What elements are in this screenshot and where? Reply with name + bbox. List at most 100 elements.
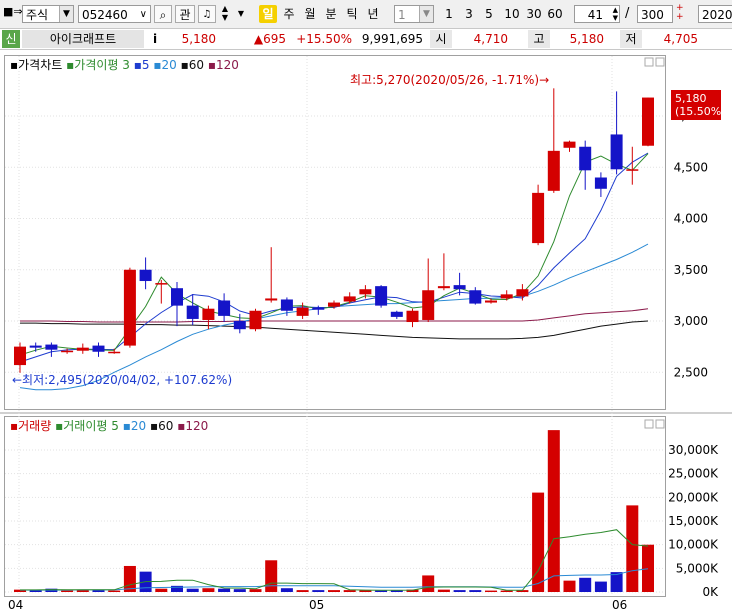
candle-body [202, 308, 215, 320]
high-annotation: 최고:5,270(2020/05/26, -1.71%)→ [350, 73, 549, 87]
volume-tick-label: 5,000K [676, 561, 719, 575]
volume-bar [500, 590, 513, 592]
candle-body [171, 288, 183, 306]
volume-bar [343, 590, 356, 592]
price-tick-label: 3,500 [674, 263, 708, 277]
menu-arrow-icon[interactable]: ■⇒ [3, 5, 23, 18]
toolbar: ■⇒ 주식 ▼ 052460 ∨ ⌕ 관 ♫ ▲ ▼ ▼ 일 주 월 분 틱 년 … [0, 0, 732, 29]
volume-bar [296, 590, 309, 592]
trade-volume: 9,991,695 [361, 32, 423, 46]
open-price: 4,710 [473, 32, 508, 46]
price-tick-label: 4,500 [674, 160, 708, 174]
volume-bar [155, 588, 168, 592]
stock-chart[interactable]: 5,0004,5004,0003,5003,0002,50030,000K25,… [0, 50, 732, 613]
candle-body [186, 305, 199, 319]
candle-body [422, 290, 435, 320]
volume-bar [594, 581, 607, 592]
quote-row: 신 아이크래프트 i 5,180 ▲695 +15.50% 9,991,695 … [0, 29, 732, 50]
count-input[interactable]: 41 ▲ ▼ [574, 5, 620, 23]
candle-body [296, 307, 309, 316]
volume-bar [642, 544, 654, 592]
high-price: 5,180 [569, 32, 604, 46]
volume-bar [437, 589, 450, 592]
legend-ma60: 60 [189, 58, 204, 72]
candle-body [563, 141, 576, 148]
candle-body [45, 344, 58, 350]
volume-bar [422, 575, 435, 592]
market-select-value: 주식 [26, 8, 49, 22]
volume-bar [61, 590, 74, 592]
spin-updown-icon[interactable]: ▲ ▼ [219, 4, 231, 22]
x-axis-label: 06 [612, 598, 627, 612]
volume-panel-menu-icon[interactable] [655, 419, 665, 429]
bell-icon[interactable]: ♫ [198, 5, 216, 23]
volume-bar [280, 588, 293, 592]
stock-name: 아이크래프트 [22, 30, 144, 48]
count-input-value: 41 [587, 8, 603, 22]
candle-body [76, 347, 89, 351]
volume-bar [328, 590, 340, 592]
candle-body [265, 298, 278, 301]
gwan-button[interactable]: 관 [175, 5, 195, 23]
price-panel-menu-icon[interactable] [655, 57, 665, 67]
x-axis-label: 04 [8, 598, 23, 612]
volume-bar [202, 588, 215, 592]
dropdown-icon[interactable]: ▼ [236, 5, 246, 23]
volume-bar [312, 590, 325, 592]
period-month-button[interactable]: 월 [301, 5, 319, 23]
search-icon[interactable]: ⌕ [154, 5, 172, 23]
market-select[interactable]: 주식 ▼ [22, 5, 74, 23]
volume-bar [547, 430, 560, 592]
price-tick-label: 2,500 [674, 365, 708, 379]
candle-body [469, 290, 482, 304]
volume-tick-label: 25,000K [668, 467, 719, 481]
stock-code-input[interactable]: 052460 ∨ [78, 5, 151, 23]
price-panel-close-icon[interactable] [644, 57, 654, 67]
unit-select[interactable]: 1 ▼ [394, 5, 434, 23]
interval-10-button[interactable]: 10 [502, 5, 522, 23]
volume-bar [563, 580, 576, 592]
expand-icon[interactable]: + + [676, 4, 684, 22]
candle-body [500, 294, 513, 299]
candle-body [29, 345, 42, 348]
info-icon[interactable]: i [147, 30, 163, 48]
volume-panel-close-icon[interactable] [644, 419, 654, 429]
period-week-button[interactable]: 주 [280, 5, 298, 23]
volume-bar [218, 588, 231, 592]
count-total-field[interactable]: 300 [637, 5, 673, 23]
period-minute-button[interactable]: 분 [322, 5, 340, 23]
legend-ma5: 5 [142, 58, 150, 72]
open-label: 시 [430, 30, 452, 48]
code-dropdown-icon[interactable]: ∨ [140, 6, 147, 22]
spin-updown-icon[interactable]: ▲ ▼ [613, 6, 618, 22]
interval-30-button[interactable]: 30 [524, 5, 544, 23]
volume-tick-label: 30,000K [668, 443, 719, 457]
period-year-button[interactable]: 년 [364, 5, 382, 23]
candle-body [532, 192, 545, 244]
candle-body [155, 283, 168, 285]
legend-price-chart: 가격차트 [18, 58, 62, 72]
period-day-button[interactable]: 일 [259, 5, 277, 23]
chevron-down-icon[interactable]: ▼ [419, 6, 433, 22]
candle-body [406, 310, 419, 323]
interval-1-button[interactable]: 1 [441, 5, 457, 23]
period-tick-button[interactable]: 틱 [343, 5, 361, 23]
candle-body [92, 345, 105, 352]
volume-tick-label: 15,000K [668, 514, 719, 528]
chevron-down-icon[interactable]: ▼ [59, 6, 73, 22]
price-tick-label: 4,000 [674, 212, 708, 226]
date-input[interactable]: 2020/ [698, 5, 732, 23]
last-price-label: 5,180 [675, 92, 707, 105]
count-total-value: 300 [641, 8, 664, 22]
volume-bar [233, 589, 246, 592]
candle-body [390, 311, 403, 317]
interval-60-button[interactable]: 60 [545, 5, 565, 23]
candle-body [108, 351, 121, 354]
interval-5-button[interactable]: 5 [481, 5, 497, 23]
legend-vma120: 120 [185, 419, 208, 433]
candle-body [485, 300, 497, 303]
date-input-value: 2020/ [702, 8, 732, 22]
price-change-percent: +15.50% [296, 32, 352, 46]
interval-3-button[interactable]: 3 [461, 5, 477, 23]
candle-body [626, 169, 639, 171]
